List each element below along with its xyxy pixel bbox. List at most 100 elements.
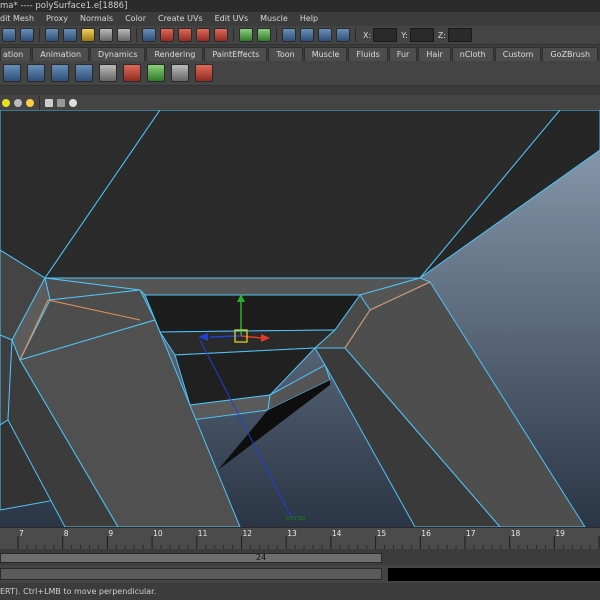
- ruler-tick-label: 15: [377, 529, 387, 538]
- tab-rendering[interactable]: Rendering: [146, 47, 204, 61]
- range-end-value: 24: [256, 553, 267, 562]
- menu-bar: dit Mesh Proxy Normals Color Create UVs …: [0, 12, 600, 26]
- input-icon[interactable]: [239, 28, 253, 42]
- cube-icon[interactable]: [45, 98, 53, 107]
- tab-muscle[interactable]: Muscle: [303, 47, 348, 61]
- ruler-tick-label: 11: [198, 529, 208, 538]
- menu-normals[interactable]: Normals: [74, 12, 119, 26]
- range-slider[interactable]: [0, 553, 382, 563]
- camera-label: persp: [286, 514, 306, 522]
- x-input[interactable]: [373, 28, 398, 42]
- menu-help[interactable]: Help: [294, 12, 324, 26]
- xray-icon[interactable]: [69, 98, 77, 107]
- shelf-tool-icon[interactable]: [123, 64, 141, 82]
- tab-gozbrush[interactable]: GoZBrush: [542, 47, 599, 61]
- shelf-tool-icon[interactable]: [75, 64, 93, 82]
- menu-proxy[interactable]: Proxy: [40, 12, 74, 26]
- time-ruler: 7891011121314151617181920: [17, 529, 600, 550]
- isolate-icon[interactable]: [57, 98, 65, 107]
- render-settings-icon[interactable]: [336, 28, 350, 42]
- snap-surface-icon[interactable]: [178, 28, 192, 42]
- ruler-tick-label: 14: [332, 529, 342, 538]
- help-line: ERT). Ctrl+LMB to move perpendicular.: [0, 583, 600, 600]
- help-icon[interactable]: [117, 28, 131, 42]
- perspective-viewport[interactable]: persp: [0, 110, 600, 527]
- menu-edit-mesh[interactable]: dit Mesh: [0, 12, 40, 26]
- divider: [276, 28, 277, 42]
- menu-color[interactable]: Color: [119, 12, 152, 26]
- snap-view-icon[interactable]: [196, 28, 210, 42]
- divider: [39, 95, 40, 110]
- default-light-icon[interactable]: [26, 98, 34, 107]
- output-icon[interactable]: [257, 28, 271, 42]
- z-label: Z:: [437, 30, 446, 40]
- menu-create-uvs[interactable]: Create UVs: [152, 12, 209, 26]
- shelf-tool-icon[interactable]: [27, 64, 45, 82]
- ruler-tick-label: 19: [555, 529, 565, 538]
- tab-hair[interactable]: Hair: [418, 47, 451, 61]
- shelf-tool-icon[interactable]: [147, 64, 165, 82]
- ruler-tick-label: 8: [64, 529, 69, 538]
- menu-muscle[interactable]: Muscle: [254, 12, 294, 26]
- ruler-tick-label: 10: [153, 529, 163, 538]
- x-label: X:: [363, 30, 372, 40]
- tab-animation[interactable]: Animation: [32, 47, 90, 61]
- snap-point-icon[interactable]: [99, 28, 113, 42]
- tab-fluids[interactable]: Fluids: [348, 47, 388, 61]
- ruler-tick-label: 17: [466, 529, 476, 538]
- z-input[interactable]: [447, 28, 472, 42]
- tab-painteffects[interactable]: PaintEffects: [204, 47, 268, 61]
- snap-grid-icon[interactable]: [45, 28, 59, 42]
- mesh-face-inner: [144, 294, 361, 333]
- tab-dynamics[interactable]: Dynamics: [90, 47, 146, 61]
- transform-fields: X: Y: Z:: [363, 28, 476, 42]
- status-line: X: Y: Z:: [0, 26, 600, 45]
- manipulator-z-axis[interactable]: [209, 335, 242, 338]
- snap-curve-icon[interactable]: [63, 28, 77, 42]
- time-slider[interactable]: 7891011121314151617181920: [0, 527, 600, 550]
- help-text: ERT). Ctrl+LMB to move perpendicular.: [0, 587, 157, 596]
- title-bar: ma* ---- polySurface1.e[1886]: [0, 0, 600, 12]
- shelf-tool-icon[interactable]: [51, 64, 69, 82]
- window-title: ma* ---- polySurface1.e[1886]: [0, 1, 128, 11]
- history-icon[interactable]: [142, 28, 156, 42]
- lock-icon[interactable]: [81, 28, 95, 42]
- divider: [355, 28, 356, 42]
- viewport-canvas[interactable]: persp: [0, 110, 600, 527]
- shelf-script-icon[interactable]: [99, 64, 117, 82]
- y-label: Y:: [401, 30, 408, 40]
- divider: [136, 28, 137, 42]
- command-line-input[interactable]: [0, 568, 382, 580]
- tab-animation-partial[interactable]: ation: [0, 47, 32, 61]
- divider: [233, 28, 234, 42]
- y-input[interactable]: [409, 28, 434, 42]
- shelf-tool-icon[interactable]: [3, 64, 21, 82]
- component-mode-icon[interactable]: [20, 28, 34, 42]
- ruler-tick-label: 12: [243, 529, 253, 538]
- viewport-toolbar: [0, 95, 600, 110]
- shelf-brush-icon[interactable]: [195, 64, 213, 82]
- tab-custom[interactable]: Custom: [494, 47, 542, 61]
- snap-live-icon[interactable]: [214, 28, 228, 42]
- divider: [39, 28, 40, 42]
- light-icon[interactable]: [2, 98, 10, 107]
- tab-toon[interactable]: Toon: [268, 47, 303, 61]
- ruler-tick-label: 13: [287, 529, 297, 538]
- render-view-icon[interactable]: [282, 28, 296, 42]
- shelf-grid-icon[interactable]: [171, 64, 189, 82]
- ipr-icon[interactable]: [318, 28, 332, 42]
- tab-ncloth[interactable]: nCloth: [451, 47, 494, 61]
- command-result-field: [388, 568, 600, 581]
- shelf: [0, 61, 600, 86]
- magnet-icon[interactable]: [160, 28, 174, 42]
- render-icon[interactable]: [300, 28, 314, 42]
- shelf-tabs: ation Animation Dynamics Rendering Paint…: [0, 45, 600, 61]
- menu-edit-uvs[interactable]: Edit UVs: [209, 12, 255, 26]
- select-mode-icon[interactable]: [2, 28, 16, 42]
- ruler-tick-label: 9: [108, 529, 113, 538]
- sphere-icon[interactable]: [14, 98, 22, 107]
- panel-divider: [0, 86, 600, 95]
- ruler-tick-label: 7: [19, 529, 24, 538]
- tab-fur[interactable]: Fur: [388, 47, 418, 61]
- ruler-tick-label: 16: [421, 529, 431, 538]
